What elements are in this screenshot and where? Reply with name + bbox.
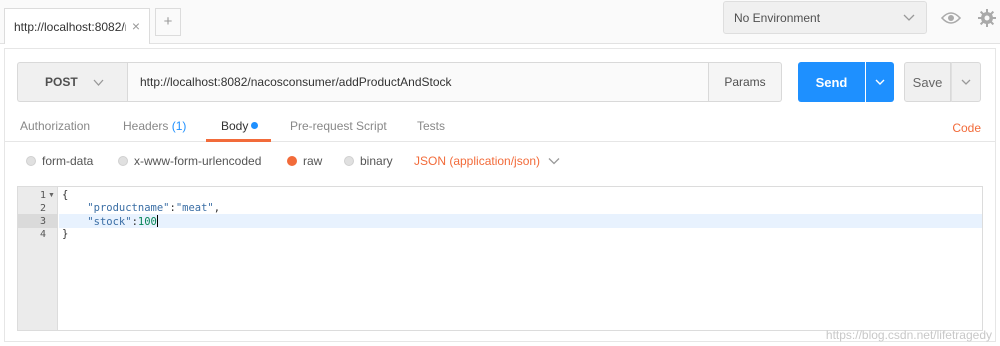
body-editor[interactable]: 1 ▼ 2 3 4 { "productname":"meat", "stock… <box>17 186 983 331</box>
content-type-select[interactable]: JSON (application/json) <box>414 154 560 168</box>
tab-bar: http://localhost:8082/nacosconsumer/addP… <box>0 0 1000 44</box>
tab-prerequest-script[interactable]: Pre-request Script <box>290 119 387 133</box>
json-comma: , <box>213 202 221 214</box>
send-options-button[interactable] <box>866 62 894 102</box>
radio-raw-label: raw <box>303 154 323 168</box>
environment-select[interactable]: No Environment <box>723 1 927 34</box>
line-number: 2 <box>39 203 46 214</box>
tab-body[interactable]: Body <box>221 119 259 133</box>
json-value: "meat" <box>175 202 214 214</box>
line-number: 4 <box>39 229 46 240</box>
params-button[interactable]: Params <box>709 62 782 102</box>
radio-raw[interactable]: raw <box>287 154 322 168</box>
json-key: "stock" <box>87 216 132 228</box>
json-key: "productname" <box>87 202 170 214</box>
tab-headers[interactable]: Headers (1) <box>123 119 186 133</box>
request-tab[interactable]: http://localhost:8082/nacosconsumer/addP… <box>4 8 150 44</box>
radio-icon <box>344 156 354 166</box>
send-button[interactable]: Send <box>798 62 865 102</box>
chevron-down-icon <box>961 79 971 85</box>
code-link[interactable]: Code <box>952 121 981 135</box>
method-select[interactable]: POST <box>17 62 127 102</box>
fold-toggle-icon[interactable]: ▼ <box>48 192 55 199</box>
request-row: POST http://localhost:8082/nacosconsumer… <box>17 62 993 102</box>
chevron-down-icon <box>93 79 104 86</box>
content-type-label: JSON (application/json) <box>414 154 541 168</box>
code-line-3: "stock":100 <box>62 215 158 228</box>
code-text: } <box>62 228 69 240</box>
tab-tests[interactable]: Tests <box>417 119 445 133</box>
save-options-button[interactable] <box>951 62 981 102</box>
radio-urlencoded-label: x-www-form-urlencoded <box>134 154 262 168</box>
active-line-highlight <box>59 214 982 228</box>
radio-binary-label: binary <box>360 154 393 168</box>
code-line-4: } <box>62 228 68 240</box>
line-number: 3 <box>39 216 46 227</box>
tab-authorization[interactable]: Authorization <box>20 119 90 133</box>
eye-icon[interactable] <box>936 3 965 32</box>
code-line-2: "productname":"meat", <box>62 202 220 214</box>
body-mode-options: form-data x-www-form-urlencoded raw bina… <box>5 146 995 176</box>
body-indicator-dot <box>251 122 259 129</box>
radio-icon <box>26 156 36 166</box>
radio-form-data-label: form-data <box>42 154 94 168</box>
chevron-down-icon <box>903 14 915 21</box>
environment-label: No Environment <box>734 10 821 25</box>
request-panel: POST http://localhost:8082/nacosconsumer… <box>4 48 996 342</box>
method-label: POST <box>45 75 78 89</box>
radio-form-data[interactable]: form-data <box>26 154 93 168</box>
watermark: https://blog.csdn.net/lifetragedy <box>825 328 992 342</box>
radio-selected-icon <box>287 156 297 166</box>
radio-icon <box>118 156 128 166</box>
chevron-down-icon <box>875 79 885 85</box>
close-icon[interactable]: × <box>132 18 140 34</box>
headers-count-badge: (1) <box>171 119 187 133</box>
text-cursor <box>156 215 158 227</box>
line-number: 1 <box>39 190 46 201</box>
tab-body-label: Body <box>221 119 249 133</box>
active-tab-indicator <box>206 139 271 142</box>
url-input[interactable]: http://localhost:8082/nacosconsumer/addP… <box>127 62 709 102</box>
new-tab-button[interactable]: + <box>155 8 181 36</box>
tab-headers-label: Headers <box>123 119 169 133</box>
code-text: { <box>62 189 69 201</box>
url-text: http://localhost:8082/nacosconsumer/addP… <box>140 75 452 89</box>
save-button[interactable]: Save <box>904 62 951 102</box>
json-value: 100 <box>137 216 157 228</box>
request-tab-label: http://localhost:8082/nacosconsumer/addP… <box>14 19 126 34</box>
gear-icon[interactable] <box>974 3 1000 32</box>
request-subtabs: Authorization Headers (1) Body Pre-reque… <box>5 115 995 142</box>
radio-binary[interactable]: binary <box>344 154 393 168</box>
radio-urlencoded[interactable]: x-www-form-urlencoded <box>118 154 261 168</box>
code-line-1: { <box>62 189 68 201</box>
chevron-down-icon <box>548 158 560 165</box>
